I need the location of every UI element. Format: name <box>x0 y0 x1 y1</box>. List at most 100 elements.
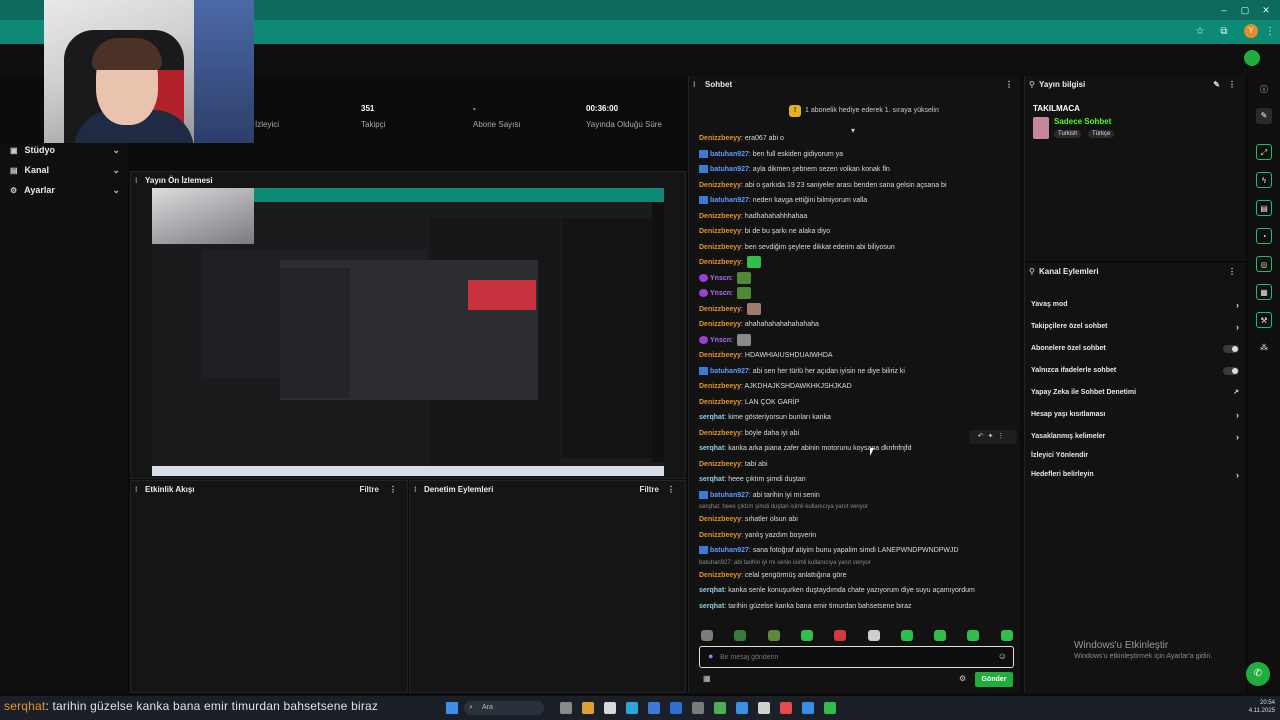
gift-sub-banner[interactable]: ! 1 abonelik hediye ederek 1. sıraya yüks… <box>789 104 949 118</box>
channel-action-item[interactable]: Yapay Zeka ile Sohbet Denetimi ↗ <box>1031 385 1243 401</box>
quick-emote-icon[interactable] <box>867 630 880 641</box>
chat-message-input[interactable] <box>720 650 990 664</box>
broadcast-icon[interactable]: ◎ <box>1256 256 1272 272</box>
chat-username[interactable]: serqhat <box>699 603 724 610</box>
chat-message[interactable]: Ynscn: <box>699 287 1015 301</box>
chat-message[interactable]: serqhat: kime gösteriyorsun bunları kank… <box>699 411 1015 425</box>
chat-message[interactable]: Ynscn: <box>699 333 1015 348</box>
chat-username[interactable]: Denizzbeeyy <box>699 572 741 579</box>
quick-emote-icon[interactable] <box>767 630 780 641</box>
expand-icon[interactable]: ⤢ <box>1256 144 1272 160</box>
filter-button[interactable]: Filtre <box>639 481 659 499</box>
taskbar-app-icon[interactable] <box>824 702 836 714</box>
taskbar-search[interactable]: ⌕ Ara <box>464 701 544 715</box>
kick-logo-icon[interactable] <box>1244 50 1260 66</box>
windows-start-icon[interactable] <box>446 702 458 714</box>
chat-message[interactable]: batuhan927: neden kavga ettiğini bilmiyo… <box>699 194 1015 208</box>
pencil-icon[interactable]: ✎ <box>1256 108 1272 124</box>
channel-action-item[interactable]: Abonelere özel sohbet <box>1031 341 1243 357</box>
chat-message[interactable]: Denizzbeeyy: HDAWHIAIUSHDUAIWHDA <box>699 349 1015 363</box>
chat-username[interactable]: batuhan927 <box>710 547 749 554</box>
quick-emote-icon[interactable] <box>701 630 713 641</box>
message-hover-toolbar[interactable]: ↶✦⋮ <box>969 430 1017 444</box>
more-options-icon[interactable]: ⋮ <box>1228 76 1236 94</box>
category-name[interactable]: Sadece Sohbet <box>1054 117 1111 126</box>
taskbar-app-icon[interactable] <box>648 702 660 714</box>
chat-username[interactable]: Ynscn <box>710 275 731 282</box>
chat-message[interactable]: Denizzbeeyy: hadhahahahhhahaa <box>699 210 1015 224</box>
browser-menu-icon[interactable]: ⋮ <box>1262 24 1278 40</box>
chat-username[interactable]: Denizzbeeyy <box>699 213 741 220</box>
edit-pencil-icon[interactable]: ✎ <box>1213 76 1220 94</box>
layout-icon[interactable]: ▦ <box>1256 284 1272 300</box>
lightning-icon[interactable]: ϟ <box>1256 172 1272 188</box>
taskbar-clock[interactable]: 20:54 4.11.2025 <box>1225 699 1275 715</box>
taskbar-app-icon[interactable] <box>582 702 594 714</box>
chat-username[interactable]: batuhan927 <box>710 492 749 499</box>
taskbar-app-icon[interactable] <box>670 702 682 714</box>
category-thumbnail[interactable] <box>1033 117 1049 139</box>
chat-message[interactable]: serqhat: kanka arka piana zafer abinin m… <box>699 442 1015 456</box>
chat-username[interactable]: Denizzbeeyy <box>699 135 741 142</box>
wrench-icon[interactable]: ⚒ <box>1256 312 1272 328</box>
quick-emote-icon[interactable] <box>934 630 947 641</box>
more-options-icon[interactable]: ⋮ <box>1005 76 1013 94</box>
taskbar-app-icon[interactable] <box>560 702 572 714</box>
chat-message[interactable]: serqhat: heee çıktım şimdi duştan <box>699 473 1015 487</box>
taskbar-app-icon[interactable] <box>736 702 748 714</box>
close-icon[interactable]: ✕ <box>1256 3 1276 17</box>
quick-emote-icon[interactable] <box>900 630 913 641</box>
taskbar-app-icon[interactable] <box>802 702 814 714</box>
quick-emote-icon[interactable] <box>967 630 980 641</box>
chat-username[interactable]: serqhat <box>699 587 724 594</box>
chat-message[interactable]: Denizzbeeyy: ahahahahahahahahaha <box>699 318 1015 332</box>
filter-button[interactable]: Filtre <box>359 481 379 499</box>
pin-icon[interactable]: ⚲ <box>1029 263 1035 281</box>
chat-message[interactable]: batuhan927: sana fotoğraf atiyim bunu ya… <box>699 544 1015 558</box>
microphone-icon[interactable]: ● <box>708 651 713 661</box>
bookmark-star-icon[interactable]: ☆ <box>1192 24 1208 40</box>
channel-action-item[interactable]: Hesap yaşı kısıtlaması › <box>1031 407 1243 423</box>
chat-username[interactable]: Denizzbeeyy <box>699 228 741 235</box>
chat-username[interactable]: Denizzbeeyy <box>699 516 741 523</box>
more-options-icon[interactable]: ⋮ <box>1228 263 1236 281</box>
chat-message[interactable]: Denizzbeeyy: yanlış yazdım boşverin <box>699 529 1015 543</box>
chat-username[interactable]: serqhat <box>699 476 724 483</box>
drag-handle-icon[interactable]: ⁝ <box>135 172 138 190</box>
clipboard-icon[interactable]: ▤ <box>1256 200 1272 216</box>
quick-emote-icon[interactable] <box>834 630 847 641</box>
sidebar-item-settings[interactable]: ⚙ Ayarlar ⌄ <box>10 181 122 199</box>
chat-message[interactable]: Denizzbeeyy: abi o şarkıda 19 23 saniyel… <box>699 179 1015 193</box>
chat-username[interactable]: batuhan927 <box>710 151 749 158</box>
taskbar-app-icon[interactable] <box>692 702 704 714</box>
chat-input-box[interactable]: ● ☺ <box>699 646 1014 668</box>
taskbar-app-icon[interactable] <box>714 702 726 714</box>
chat-message[interactable]: Denizzbeeyy: tabi abi <box>699 458 1015 472</box>
more-options-icon[interactable]: ⋮ <box>389 481 397 499</box>
pin-icon[interactable]: ⚲ <box>1029 76 1035 94</box>
toggle-switch[interactable] <box>1223 345 1239 353</box>
taskbar-app-icon[interactable] <box>604 702 616 714</box>
minimize-icon[interactable]: – <box>1214 3 1234 17</box>
maximize-icon[interactable]: ▢ <box>1235 3 1255 17</box>
drag-handle-icon[interactable]: ⁝ <box>414 481 417 499</box>
chat-message[interactable]: Denizzbeeyy: <box>699 302 1015 317</box>
chat-username[interactable]: batuhan927 <box>710 166 749 173</box>
sidebar-item-studio[interactable]: ▣ Stüdyo ⌄ <box>10 141 122 159</box>
chat-username[interactable]: serqhat <box>699 445 724 452</box>
toggle-switch[interactable] <box>1223 367 1239 375</box>
chat-username[interactable]: Denizzbeeyy <box>699 399 741 406</box>
chat-username[interactable]: serqhat <box>699 414 724 421</box>
chat-message[interactable]: serqhat: kanka senle konuşurken duştaydı… <box>699 584 1015 598</box>
chat-username[interactable]: Ynscn <box>710 337 731 344</box>
more-tools-icon[interactable]: ⁂ <box>1256 340 1272 356</box>
emoji-picker-icon[interactable]: ☺ <box>998 651 1007 661</box>
chat-message[interactable]: Denizzbeeyy: AJKDHAJKSHDAWKHKJSHJKAD <box>699 380 1015 394</box>
sidebar-item-channel[interactable]: ▤ Kanal ⌄ <box>10 161 122 179</box>
chat-bubble-icon[interactable]: ◔ <box>1256 228 1272 244</box>
chat-username[interactable]: Denizzbeeyy <box>699 461 741 468</box>
chat-username[interactable]: Denizzbeeyy <box>699 532 741 539</box>
send-button[interactable]: Gönder <box>975 672 1013 687</box>
chat-username[interactable]: Denizzbeeyy <box>699 259 741 266</box>
chat-message[interactable]: batuhan927: abi tarihin iyi mi senin <box>699 489 1015 503</box>
